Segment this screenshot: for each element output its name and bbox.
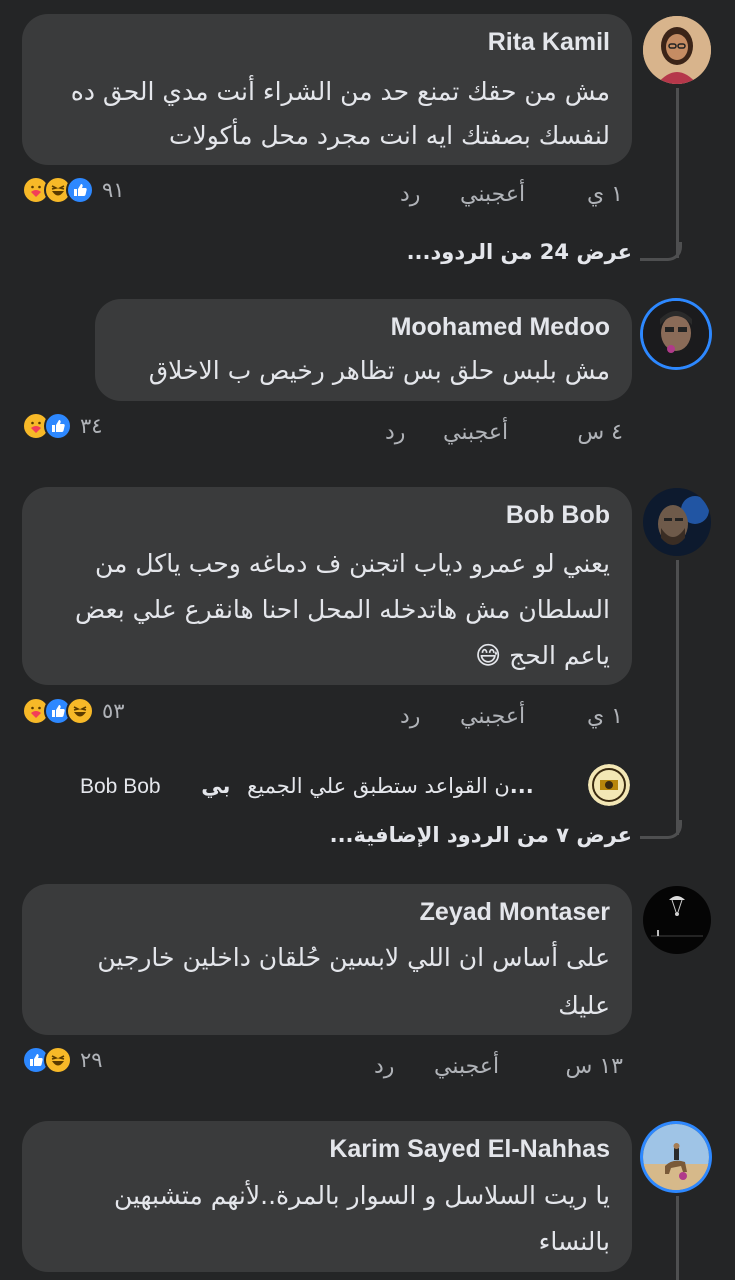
avatar-photo — [643, 886, 711, 954]
view-more-replies[interactable]: عرض 24 من الردود... — [407, 240, 632, 264]
haha-icon — [66, 697, 94, 725]
comment-author[interactable]: Moohamed Medoo — [391, 313, 610, 342]
comment-author[interactable]: Bob Bob — [506, 501, 610, 530]
reply-button[interactable]: رد — [400, 182, 420, 207]
avatar[interactable] — [643, 301, 709, 367]
like-button[interactable]: أعجبني — [460, 182, 525, 207]
like-icon — [44, 412, 72, 440]
comment-text: على أساس ان اللي لابسين حُلقان داخلين خا… — [97, 943, 610, 1020]
comment-bubble[interactable]: Bob Bob يعني لو عمرو دياب اتجنن ف دماغه … — [22, 487, 632, 685]
comment-text: يعني لو عمرو دياب اتجنن ف دماغه وحب ياكل… — [75, 549, 610, 670]
like-button[interactable]: أعجبني — [460, 704, 525, 729]
reaction-summary[interactable]: ٥٣ — [22, 697, 125, 725]
avatar-photo — [643, 488, 711, 556]
comment-time[interactable]: ١ ي — [587, 182, 623, 207]
reaction-summary[interactable]: ٩١ — [22, 176, 125, 204]
like-button[interactable]: أعجبني — [434, 1054, 499, 1079]
reaction-count: ٩١ — [102, 178, 125, 202]
view-more-replies[interactable]: عرض ٧ من الردود الإضافية... — [330, 823, 632, 847]
reaction-summary[interactable]: ٣٤ — [22, 412, 103, 440]
avatar-photo — [643, 1124, 709, 1190]
comment-time[interactable]: ١ ي — [587, 704, 623, 729]
avatar-photo — [643, 301, 709, 367]
comment-time[interactable]: ١٣ س — [566, 1054, 624, 1079]
comment-bubble[interactable]: Rita Kamil مش من حقك تمنع حد من الشراء أ… — [22, 14, 632, 165]
reply-mention[interactable]: Bob Bob — [80, 775, 161, 798]
comment-text: يا ريت السلاسل و السوار بالمرة..لأنهم مت… — [113, 1181, 610, 1256]
comment-time[interactable]: ٤ س — [577, 420, 623, 445]
thread-line — [676, 1196, 679, 1280]
comment-text: مش من حقك تمنع حد من الشراء أنت مدي الحق… — [70, 77, 610, 150]
comment-author[interactable]: Rita Kamil — [488, 28, 610, 57]
reaction-count: ٣٤ — [80, 414, 103, 438]
thread-line — [676, 88, 679, 258]
reply-button[interactable]: رد — [400, 704, 420, 729]
reaction-count: ٥٣ — [102, 699, 125, 723]
thread-branch — [640, 242, 682, 261]
reply-preview[interactable]: Bob Bob ن القواعد ستطبق علي الجميع بي... — [80, 774, 534, 799]
comment-text: مش بلبس حلق بس تظاهر رخيص ب الاخلاق — [148, 356, 610, 385]
like-icon — [66, 176, 94, 204]
reply-avatar[interactable] — [588, 764, 630, 806]
comment-bubble[interactable]: Karim Sayed El-Nahhas يا ريت السلاسل و ا… — [22, 1121, 632, 1272]
comment-bubble[interactable]: Zeyad Montaser على أساس ان اللي لابسين ح… — [22, 884, 632, 1035]
reply-button[interactable]: رد — [385, 420, 405, 445]
avatar-photo — [643, 16, 711, 84]
reaction-summary[interactable]: ٢٩ — [22, 1046, 103, 1074]
comment-bubble[interactable]: Moohamed Medoo مش بلبس حلق بس تظاهر رخيص… — [95, 299, 632, 401]
avatar[interactable] — [643, 16, 711, 84]
reaction-count: ٢٩ — [80, 1048, 103, 1072]
like-button[interactable]: أعجبني — [443, 420, 508, 445]
thread-branch — [640, 820, 682, 839]
reply-button[interactable]: رد — [374, 1054, 394, 1079]
avatar-photo — [588, 764, 630, 806]
comment-author[interactable]: Zeyad Montaser — [420, 898, 610, 927]
haha-icon — [44, 1046, 72, 1074]
avatar[interactable] — [643, 1124, 709, 1190]
reply-text: ن القواعد ستطبق علي الجميع — [247, 774, 510, 798]
comment-author[interactable]: Karim Sayed El-Nahhas — [329, 1135, 610, 1164]
avatar[interactable] — [643, 488, 711, 556]
avatar[interactable] — [643, 886, 711, 954]
thread-line — [676, 560, 679, 835]
